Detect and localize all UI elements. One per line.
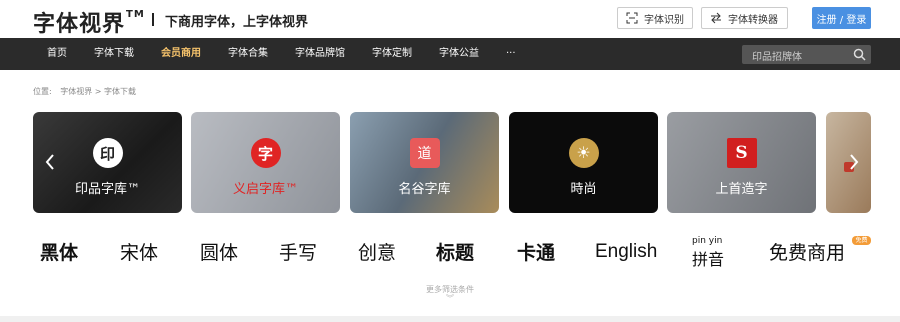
nav-item-more[interactable]: ···: [506, 38, 516, 70]
site-header: 字体视界TM 下商用字体，上字体视界 字体识别 字体转换器 注册 / 登录: [0, 0, 900, 38]
category-free-commercial[interactable]: 免费商用: [769, 238, 845, 265]
yiqi-logo-icon: 字: [250, 138, 281, 168]
sun-logo-icon: ☀: [568, 138, 599, 168]
category-biaoti[interactable]: 标题: [436, 238, 474, 265]
font-recognize-button[interactable]: 字体识别: [617, 7, 693, 29]
carousel-card-shangshou[interactable]: S 上首造字: [667, 112, 816, 213]
pinyin-label-top: pin yin: [692, 236, 723, 246]
chevron-right-icon: [850, 154, 859, 170]
category-english[interactable]: English: [595, 241, 657, 263]
chevron-left-icon: [45, 154, 54, 170]
carousel-card-title: 名谷字库: [398, 182, 451, 197]
swap-arrows-icon: [711, 12, 721, 24]
carousel-card-shishang[interactable]: ☀ 時尚: [509, 112, 658, 213]
logo-tm: TM: [126, 8, 145, 20]
category-yuanti[interactable]: 圆体: [200, 238, 238, 265]
site-slogan: 下商用字体，上字体视界: [165, 15, 309, 30]
header-divider: [152, 13, 154, 26]
yinpin-logo-icon: 印: [92, 138, 123, 168]
nav-item-custom-fonts[interactable]: 字体定制: [372, 38, 412, 70]
breadcrumb: 位置: 字体视界 > 字体下载: [33, 86, 142, 97]
carousel-card-title: 上首造字: [715, 182, 768, 197]
free-badge: 免费: [852, 236, 871, 245]
shangshou-logo-icon: S: [726, 138, 757, 168]
scan-icon: [626, 12, 638, 24]
font-converter-label: 字体转换器: [728, 14, 778, 26]
category-chuangyi[interactable]: 创意: [358, 238, 396, 265]
minggu-logo-icon: 道: [409, 138, 440, 168]
search-icon[interactable]: [853, 48, 866, 61]
pinyin-label-bottom: 拼音: [692, 250, 725, 269]
search-input[interactable]: 印品招牌体: [752, 48, 802, 63]
nav-item-home[interactable]: 首页: [47, 38, 67, 70]
more-filters-label: 更多筛选条件: [426, 285, 474, 294]
more-filters-link[interactable]: 更多筛选条件 ︾: [0, 284, 900, 303]
nav-item-font-collections[interactable]: 字体合集: [228, 38, 268, 70]
nav-item-brand-hall[interactable]: 字体品牌馆: [295, 38, 345, 70]
category-heiti[interactable]: 黑体: [40, 238, 78, 265]
font-converter-button[interactable]: 字体转换器: [701, 7, 788, 29]
search-box[interactable]: 印品招牌体: [742, 45, 871, 64]
carousel-card-yiqi[interactable]: 字 义启字库™: [191, 112, 340, 213]
carousel-card-title: 印品字库™: [74, 182, 140, 197]
register-login-button[interactable]: 注册 / 登录: [812, 7, 871, 29]
chevron-down-icon: ︾: [446, 294, 454, 303]
carousel-card-title: 時尚: [570, 182, 597, 197]
breadcrumb-prefix: 位置:: [33, 87, 52, 96]
section-divider: [0, 316, 900, 322]
category-katong[interactable]: 卡通: [517, 238, 555, 265]
font-recognize-label: 字体识别: [644, 14, 684, 26]
carousel-card-minggu[interactable]: 道 名谷字库: [350, 112, 499, 213]
nav-item-font-charity[interactable]: 字体公益: [439, 38, 479, 70]
category-songti[interactable]: 宋体: [120, 238, 158, 265]
carousel-prev-button[interactable]: [40, 152, 60, 172]
carousel-card-title: 义启字库™: [232, 182, 298, 197]
carousel-next-button[interactable]: [844, 152, 864, 172]
nav-item-member-commercial[interactable]: 会员商用: [161, 38, 201, 70]
site-logo[interactable]: 字体视界TM: [33, 6, 145, 38]
logo-text: 字体视界: [33, 12, 126, 37]
category-shouxie[interactable]: 手写: [279, 238, 317, 265]
nav-item-font-download[interactable]: 字体下载: [94, 38, 134, 70]
breadcrumb-path[interactable]: 字体视界 > 字体下载: [60, 87, 136, 96]
